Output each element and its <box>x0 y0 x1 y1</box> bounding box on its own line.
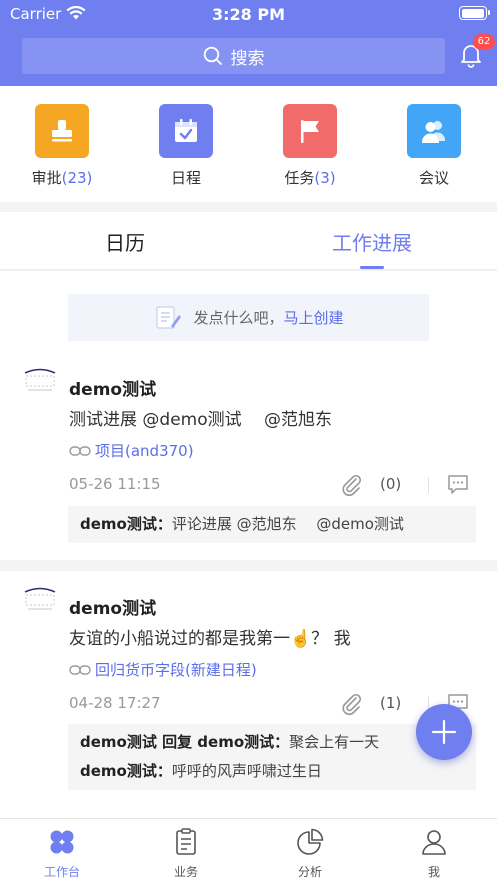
post-date: 04-28 17:27 <box>69 694 161 712</box>
nav-label: 我 <box>427 865 440 879</box>
shortcut-task[interactable]: 任务(3) <box>260 104 360 188</box>
attachment-icon[interactable] <box>340 692 364 716</box>
shortcut-label: 审批 <box>31 169 62 187</box>
post-project-link[interactable]: 回归货币字段(新建日程) <box>69 659 257 680</box>
search-bar[interactable]: 搜索 <box>22 38 445 74</box>
comment-list: demo测试：评论进展 @范旭东 @demo测试 <box>68 506 476 543</box>
comment-speaker[interactable]: demo测试： <box>80 762 172 780</box>
approval-stamp-icon <box>35 104 89 158</box>
tab-work-progress[interactable]: 工作进展 <box>292 227 452 256</box>
nav-workbench[interactable]: 工作台 <box>22 827 102 880</box>
battery-icon <box>459 6 490 20</box>
post-date: 05-26 11:15 <box>69 475 161 493</box>
comment-text: 评论进展 @范旭东 @demo测试 <box>171 515 404 533</box>
flag-icon <box>283 104 337 158</box>
comment-item: demo测试：评论进展 @范旭东 @demo测试 <box>80 510 464 539</box>
nav-label: 工作台 <box>43 865 80 879</box>
notification-badge: 62 <box>473 34 495 50</box>
status-bar: Carrier 3:28 PM <box>0 0 497 30</box>
post-link-label: 回归货币字段(新建日程) <box>95 661 257 679</box>
comment-speaker[interactable]: demo测试： <box>80 515 172 533</box>
feed-post: demo测试 测试进展 @demo测试 @范旭东 项目(and370) 05-2… <box>0 354 497 565</box>
create-prompt: 发点什么吧， <box>193 309 284 327</box>
tab-bar: 日历 工作进展 <box>0 212 497 270</box>
battery-level <box>461 8 484 18</box>
shortcut-label: 日程 <box>170 169 201 187</box>
nav-analysis[interactable]: 分析 <box>270 827 350 880</box>
shortcut-meeting[interactable]: 会议 <box>384 104 484 188</box>
comment-item: demo测试 回复 demo测试：聚会上有一天 <box>80 728 464 757</box>
post-project-link[interactable]: 项目(and370) <box>69 440 194 461</box>
post-author[interactable]: demo测试 <box>69 375 156 400</box>
shortcut-schedule[interactable]: 日程 <box>136 104 236 188</box>
tab-calendar[interactable]: 日历 <box>45 227 205 256</box>
pie-chart-icon <box>297 828 324 855</box>
create-post-banner[interactable]: 发点什么吧， 马上创建 <box>68 294 429 341</box>
attachment-count: (0) <box>380 475 402 493</box>
plus-icon <box>431 719 457 745</box>
meta-divider <box>428 477 429 493</box>
avatar[interactable] <box>22 366 58 396</box>
nav-label: 分析 <box>297 865 322 879</box>
people-icon <box>407 104 461 158</box>
bottom-nav: 工作台 业务 分析 我 <box>0 818 497 883</box>
comment-text: 聚会上有一天 <box>289 733 380 751</box>
calendar-icon <box>159 104 213 158</box>
post-separator <box>0 560 497 571</box>
post-text: 友谊的小船说过的都是我第一☝️？ 我 <box>69 629 351 649</box>
active-tab-indicator <box>360 266 384 269</box>
nav-me[interactable]: 我 <box>394 827 474 880</box>
comment-item: demo测试：呼呼的风声呼啸过生日 <box>80 757 464 786</box>
shortcut-grid: 审批(23) 日程 任务(3) 会议 <box>0 86 497 202</box>
document-edit-icon <box>156 305 182 329</box>
top-header: Carrier 3:28 PM 搜索 62 <box>0 0 497 86</box>
link-icon <box>69 664 91 675</box>
search-icon <box>203 46 222 65</box>
status-time: 3:28 PM <box>211 5 285 24</box>
post-author[interactable]: demo测试 <box>69 594 156 619</box>
app-screen: Carrier 3:28 PM 搜索 62 审批(23) 日程 任务(3) 会议… <box>0 0 497 883</box>
add-button[interactable] <box>416 704 472 760</box>
clipboard-icon <box>176 828 196 855</box>
shortcut-approval[interactable]: 审批(23) <box>12 104 112 188</box>
comment-icon[interactable] <box>447 473 469 495</box>
workbench-icon <box>50 830 74 854</box>
shortcut-label: 会议 <box>418 169 449 187</box>
attachment-icon[interactable] <box>340 473 364 497</box>
search-label: 搜索 <box>230 48 265 69</box>
shortcut-count: (23) <box>61 169 93 187</box>
nav-label: 业务 <box>173 865 198 879</box>
link-icon <box>69 445 91 456</box>
post-text: 测试进展 @demo测试 @范旭东 <box>69 410 333 430</box>
avatar[interactable] <box>22 585 58 615</box>
comment-list: demo测试 回复 demo测试：聚会上有一天 demo测试：呼呼的风声呼啸过生… <box>68 724 476 790</box>
comment-text: 呼呼的风声呼啸过生日 <box>171 762 322 780</box>
comment-speaker[interactable]: demo测试 回复 demo测试： <box>80 733 289 751</box>
nav-business[interactable]: 业务 <box>146 827 226 880</box>
shortcut-count: (3) <box>314 169 336 187</box>
post-link-label: 项目(and370) <box>95 442 194 460</box>
person-icon <box>422 830 446 855</box>
shortcut-label: 任务 <box>284 169 315 187</box>
attachment-count: (1) <box>380 694 402 712</box>
feed-post: demo测试 友谊的小船说过的都是我第一☝️？ 我 回归货币字段(新建日程) 0… <box>0 571 497 818</box>
create-now-link[interactable]: 马上创建 <box>284 307 344 328</box>
